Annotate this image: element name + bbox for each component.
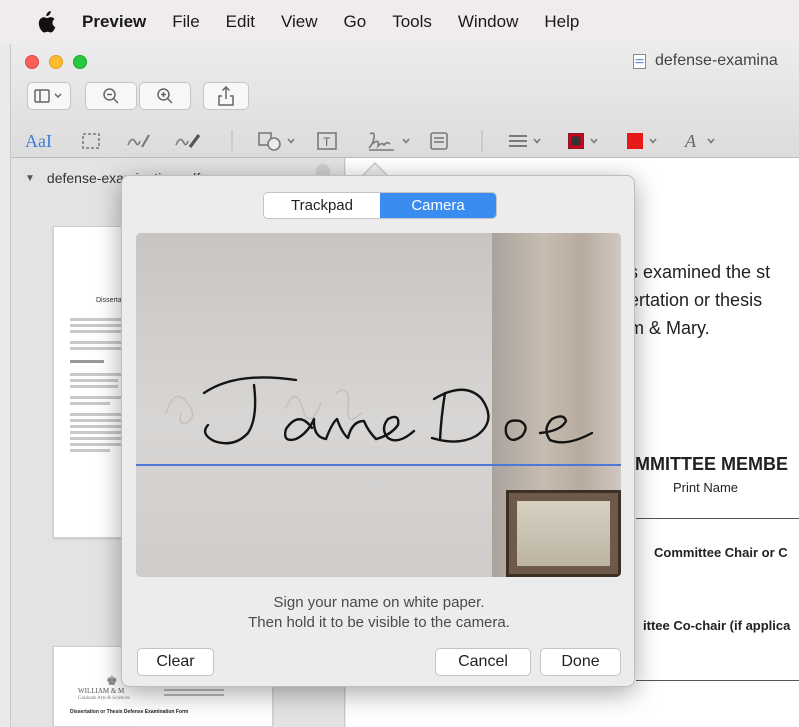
clear-button[interactable]: Clear <box>137 648 214 676</box>
shapes-icon <box>258 132 281 151</box>
camera-preview: Jane Doe <box>136 233 621 577</box>
instruction-line-1: Sign your name on white paper. <box>273 594 485 611</box>
svg-text:A: A <box>684 131 697 151</box>
zoom-in-button[interactable] <box>139 82 191 110</box>
committee-chair-label: Committee Chair or C <box>654 545 788 560</box>
zoom-out-button[interactable] <box>85 82 137 110</box>
tab-trackpad[interactable]: Trackpad <box>264 193 380 218</box>
sketch-tool[interactable] <box>126 124 152 158</box>
rectangular-selection-tool[interactable] <box>81 124 101 158</box>
sidebar-icon <box>34 89 62 103</box>
signature-source-segmented-control: Trackpad Camera <box>263 192 497 219</box>
sign-tool[interactable] <box>366 124 410 158</box>
signature-baseline-guide <box>136 464 621 466</box>
note-tool[interactable] <box>429 124 449 158</box>
share-icon <box>218 86 234 106</box>
signature-line <box>636 680 799 681</box>
zoom-in-icon <box>157 88 173 104</box>
signature-line <box>636 518 799 519</box>
thumbnail-logo-text: WILLIAM & M <box>78 687 125 695</box>
thumbnail-form-title: Dissertation or Thesis Defense Examinati… <box>70 709 189 715</box>
divider <box>481 124 483 158</box>
menu-tools[interactable]: Tools <box>392 12 432 32</box>
signature-drawing <box>165 376 594 445</box>
thumbnail-address-lines <box>164 689 224 696</box>
markup-toolbar: AaI T A <box>11 124 799 158</box>
shape-style-tool[interactable] <box>507 124 541 158</box>
thumbnail-school: Graduate Arts & Sciences <box>78 696 130 701</box>
disclosure-triangle-icon[interactable]: ▼ <box>25 173 35 184</box>
fill-color-icon <box>627 133 643 149</box>
chevron-down-icon <box>287 138 295 144</box>
zoom-out-icon <box>103 88 119 104</box>
doc-line-3: m & Mary. <box>629 318 710 338</box>
chevron-down-icon <box>707 138 715 144</box>
zoom-window-button[interactable] <box>73 55 87 69</box>
text-box-icon: T <box>317 132 337 150</box>
menu-bar: Preview File Edit View Go Tools Window H… <box>0 0 799 44</box>
close-window-button[interactable] <box>25 55 39 69</box>
note-icon <box>430 132 448 150</box>
divider <box>231 124 233 158</box>
committee-cochair-label: ittee Co-chair (if applica <box>643 618 791 633</box>
share-button[interactable] <box>203 82 249 110</box>
text-style-icon: A <box>684 131 697 151</box>
chevron-down-icon <box>402 138 410 144</box>
signature-text: Jane Doe <box>136 233 137 234</box>
tab-camera[interactable]: Camera <box>380 193 496 218</box>
print-name-label: Print Name <box>673 480 739 495</box>
text-selection-tool[interactable]: AaI <box>25 124 52 158</box>
text-box-tool[interactable]: T <box>316 124 338 158</box>
cancel-button[interactable]: Cancel <box>435 648 531 676</box>
border-color-tool[interactable] <box>566 124 598 158</box>
window-title-text: defense-examina <box>655 52 778 69</box>
signature-instructions: Sign your name on white paper. Then hold… <box>122 593 636 633</box>
shapes-tool[interactable] <box>257 124 295 158</box>
signature-popover: Trackpad Camera Jan <box>121 175 635 687</box>
minimize-window-button[interactable] <box>49 55 63 69</box>
menu-window[interactable]: Window <box>458 12 518 32</box>
border-color-icon <box>568 133 584 149</box>
signature-icon <box>368 132 394 151</box>
selection-icon <box>82 133 100 149</box>
done-button[interactable]: Done <box>540 648 621 676</box>
sidebar-toggle-button[interactable] <box>27 82 71 110</box>
text-tool-label: AaI <box>25 130 52 151</box>
menu-view[interactable]: View <box>281 12 318 32</box>
svg-text:T: T <box>323 135 331 149</box>
text-style-tool[interactable]: A <box>683 124 715 158</box>
sketch-icon <box>127 134 150 148</box>
menu-help[interactable]: Help <box>544 12 579 32</box>
draw-tool[interactable] <box>174 124 202 158</box>
doc-line-1: s examined the st <box>629 262 771 282</box>
doc-line-2: ertation or thesis <box>629 290 763 310</box>
instruction-line-2: Then hold it to be visible to the camera… <box>248 614 510 631</box>
chevron-down-icon <box>590 138 598 144</box>
menu-app-preview[interactable]: Preview <box>82 12 146 32</box>
committee-members-heading: MMITTEE MEMBE <box>635 454 788 474</box>
draw-icon <box>175 134 201 148</box>
apple-icon[interactable] <box>36 11 56 33</box>
menu-edit[interactable]: Edit <box>226 12 255 32</box>
menu-go[interactable]: Go <box>344 12 367 32</box>
chevron-down-icon <box>533 138 541 144</box>
window-title: defense-examina <box>633 52 778 70</box>
line-style-icon <box>509 135 527 147</box>
menu-file[interactable]: File <box>172 12 199 32</box>
document-icon <box>633 53 646 69</box>
title-bar: defense-examina AaI T A <box>11 44 799 158</box>
chevron-down-icon <box>649 138 657 144</box>
fill-color-tool[interactable] <box>625 124 657 158</box>
